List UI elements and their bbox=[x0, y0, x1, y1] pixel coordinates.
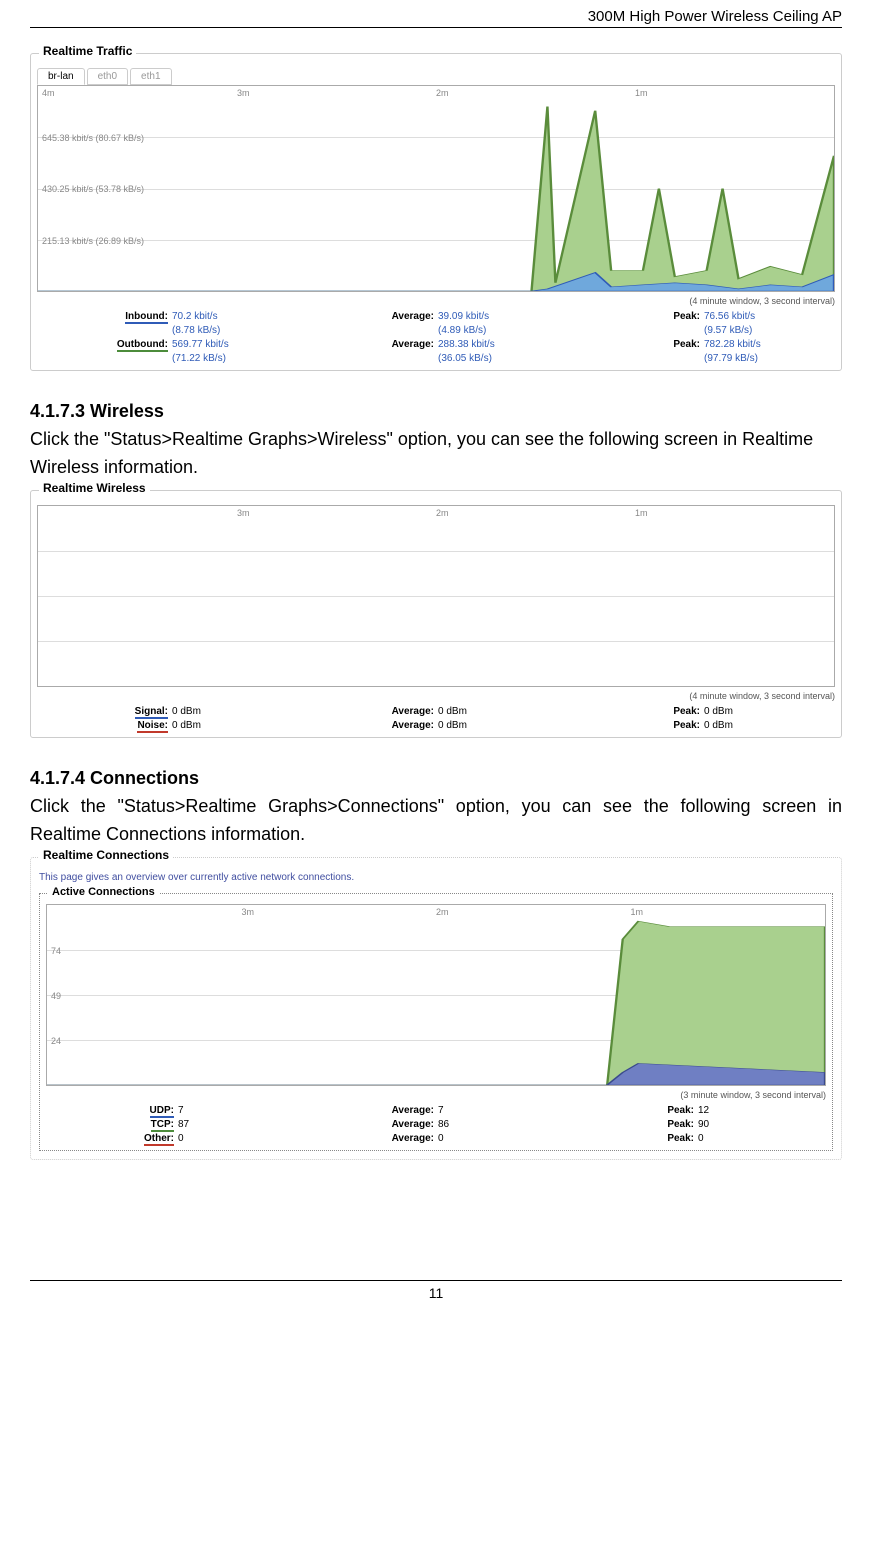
peak-label: Peak: bbox=[566, 1118, 694, 1132]
text-wireless: Click the "Status>Realtime Graphs>Wirele… bbox=[30, 426, 842, 482]
noise-label: Noise: bbox=[137, 720, 168, 733]
noise-peak: 0 dBm bbox=[704, 719, 835, 733]
other-peak: 0 bbox=[698, 1132, 826, 1146]
wireless-footnote: (4 minute window, 3 second interval) bbox=[31, 691, 841, 705]
outbound-label: Outbound: bbox=[117, 339, 168, 352]
panel-title-traffic: Realtime Traffic bbox=[39, 44, 136, 58]
inbound-val: 70.2 kbit/s bbox=[172, 310, 303, 324]
inbound-peak: 76.56 kbit/s bbox=[704, 310, 835, 324]
active-connections-legend: Active Connections bbox=[48, 886, 159, 898]
outbound-peak-sub: (97.79 kB/s) bbox=[704, 352, 835, 366]
heading-wireless: 4.1.7.3 Wireless bbox=[30, 401, 842, 422]
peak-label: Peak: bbox=[569, 310, 700, 324]
connections-chart: 3m 2m 1m 74 49 24 bbox=[46, 904, 826, 1086]
tab-eth0[interactable]: eth0 bbox=[87, 68, 128, 85]
tcp-val: 87 bbox=[178, 1118, 306, 1132]
signal-avg: 0 dBm bbox=[438, 705, 569, 719]
peak-label: Peak: bbox=[569, 719, 700, 733]
inbound-label: Inbound: bbox=[125, 311, 168, 324]
traffic-chart: 4m 3m 2m 1m 645.38 kbit/s (80.67 kB/s) 4… bbox=[37, 85, 835, 292]
tab-eth1[interactable]: eth1 bbox=[130, 68, 171, 85]
noise-val: 0 dBm bbox=[172, 719, 303, 733]
peak-label: Peak: bbox=[566, 1104, 694, 1118]
udp-label: UDP: bbox=[150, 1105, 174, 1118]
peak-label: Peak: bbox=[569, 705, 700, 719]
traffic-tabs: br-lan eth0 eth1 bbox=[31, 54, 841, 85]
udp-peak: 12 bbox=[698, 1104, 826, 1118]
outbound-avg: 288.38 kbit/s bbox=[438, 338, 569, 352]
avg-label: Average: bbox=[303, 719, 434, 733]
peak-label: Peak: bbox=[566, 1132, 694, 1146]
connections-footnote: (3 minute window, 3 second interval) bbox=[40, 1090, 832, 1104]
wireless-stats: Signal: Noise: 0 dBm 0 dBm Average: Aver… bbox=[31, 705, 841, 737]
heading-connections: 4.1.7.4 Connections bbox=[30, 768, 842, 789]
realtime-connections-panel: Realtime Connections This page gives an … bbox=[30, 857, 842, 1160]
inbound-avg-sub: (4.89 kB/s) bbox=[438, 324, 569, 338]
avg-label: Average: bbox=[303, 705, 434, 719]
connections-stats: UDP: TCP: Other: 7 87 0 Average: Average… bbox=[40, 1104, 832, 1150]
outbound-peak: 782.28 kbit/s bbox=[704, 338, 835, 352]
tcp-avg: 86 bbox=[438, 1118, 566, 1132]
traffic-area-icon bbox=[38, 86, 834, 291]
tab-br-lan[interactable]: br-lan bbox=[37, 68, 85, 85]
wireless-chart: 3m 2m 1m bbox=[37, 505, 835, 687]
active-connections-fieldset: Active Connections 3m 2m 1m 74 49 24 (3 … bbox=[39, 893, 833, 1151]
avg-label: Average: bbox=[303, 310, 434, 324]
other-val: 0 bbox=[178, 1132, 306, 1146]
signal-val: 0 dBm bbox=[172, 705, 303, 719]
avg-label: Average: bbox=[306, 1132, 434, 1146]
signal-peak: 0 dBm bbox=[704, 705, 835, 719]
realtime-traffic-panel: Realtime Traffic br-lan eth0 eth1 4m 3m … bbox=[30, 53, 842, 371]
outbound-avg-sub: (36.05 kB/s) bbox=[438, 352, 569, 366]
traffic-footnote: (4 minute window, 3 second interval) bbox=[31, 296, 841, 310]
inbound-avg: 39.09 kbit/s bbox=[438, 310, 569, 324]
connections-subtitle: This page gives an overview over current… bbox=[31, 858, 841, 885]
inbound-sub-spacer bbox=[37, 324, 168, 338]
realtime-wireless-panel: Realtime Wireless 3m 2m 1m (4 minute win… bbox=[30, 490, 842, 738]
panel-title-wireless: Realtime Wireless bbox=[39, 481, 150, 495]
page-number: 11 bbox=[429, 1285, 444, 1301]
page-footer: 11 bbox=[30, 1280, 842, 1301]
text-connections: Click the "Status>Realtime Graphs>Connec… bbox=[30, 793, 842, 849]
udp-avg: 7 bbox=[438, 1104, 566, 1118]
outbound-sub: (71.22 kB/s) bbox=[172, 352, 303, 366]
signal-label: Signal: bbox=[135, 706, 168, 719]
noise-avg: 0 dBm bbox=[438, 719, 569, 733]
udp-val: 7 bbox=[178, 1104, 306, 1118]
inbound-sub: (8.78 kB/s) bbox=[172, 324, 303, 338]
other-avg: 0 bbox=[438, 1132, 566, 1146]
avg-label: Average: bbox=[306, 1104, 434, 1118]
x-mark: 3m bbox=[237, 508, 250, 518]
connections-area-icon bbox=[47, 905, 825, 1085]
other-label: Other: bbox=[144, 1133, 174, 1146]
page-header: 300M High Power Wireless Ceiling AP bbox=[30, 0, 842, 28]
doc-title: 300M High Power Wireless Ceiling AP bbox=[588, 8, 842, 25]
inbound-peak-sub: (9.57 kB/s) bbox=[704, 324, 835, 338]
outbound-val: 569.77 kbit/s bbox=[172, 338, 303, 352]
tcp-label: TCP: bbox=[151, 1119, 174, 1132]
avg-label: Average: bbox=[303, 338, 434, 352]
panel-title-connections: Realtime Connections bbox=[39, 848, 173, 862]
peak-label: Peak: bbox=[569, 338, 700, 352]
traffic-stats: Inbound: Outbound: 70.2 kbit/s (8.78 kB/… bbox=[31, 310, 841, 370]
tcp-peak: 90 bbox=[698, 1118, 826, 1132]
avg-label: Average: bbox=[306, 1118, 434, 1132]
x-mark: 1m bbox=[635, 508, 648, 518]
x-mark: 2m bbox=[436, 508, 449, 518]
